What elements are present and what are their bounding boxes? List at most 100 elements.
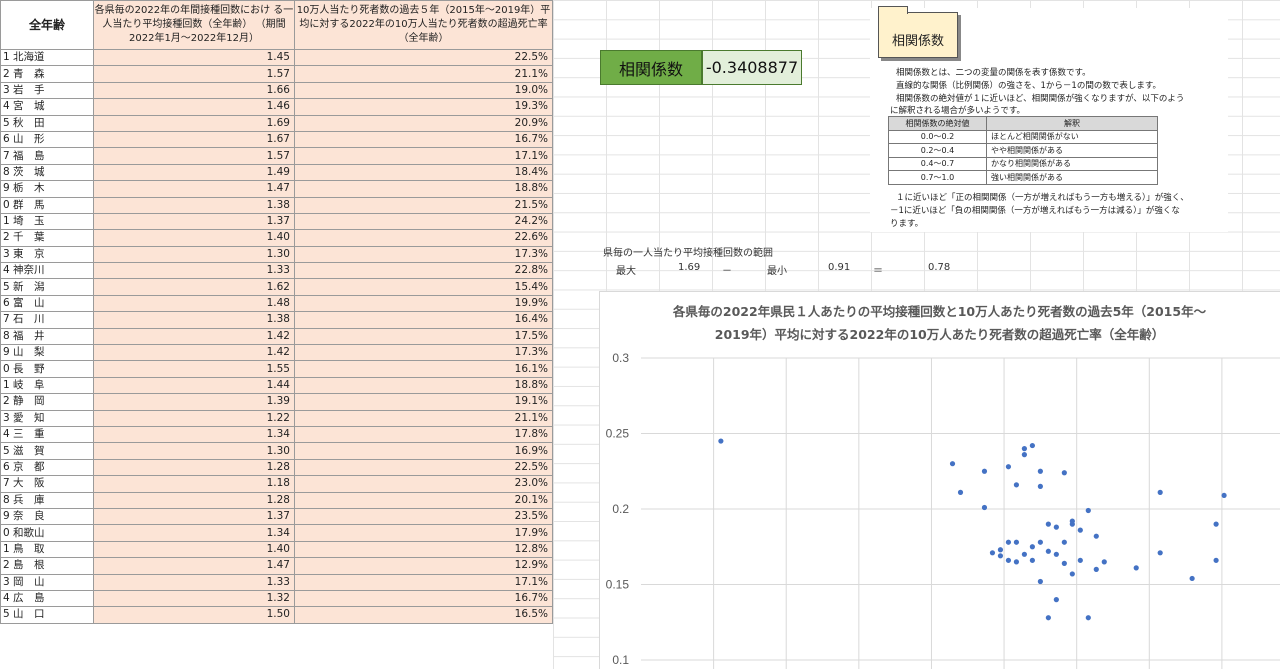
excess-cell[interactable]: 21.5% xyxy=(294,196,553,214)
range-equals[interactable]: ＝ xyxy=(873,262,883,277)
prefecture-cell[interactable]: 5 山 口 xyxy=(0,606,94,624)
prefecture-cell[interactable]: 9 山 梨 xyxy=(0,344,94,362)
scatter-point[interactable] xyxy=(1045,615,1051,621)
scatter-point[interactable] xyxy=(1029,442,1035,449)
range-min-label[interactable]: 最小 xyxy=(767,262,787,277)
doses-cell[interactable]: 1.69 xyxy=(93,114,295,132)
doses-cell[interactable]: 1.49 xyxy=(93,163,295,182)
doses-cell[interactable]: 1.67 xyxy=(93,130,295,149)
scatter-point[interactable] xyxy=(997,553,1004,559)
scatter-point[interactable] xyxy=(1013,539,1020,545)
scatter-point[interactable] xyxy=(1085,507,1091,514)
excess-cell[interactable]: 20.9% xyxy=(294,114,553,132)
excess-cell[interactable]: 22.5% xyxy=(294,48,553,67)
doses-cell[interactable]: 1.57 xyxy=(93,147,295,165)
doses-cell[interactable]: 1.42 xyxy=(93,327,295,346)
excess-cell[interactable]: 16.7% xyxy=(294,589,553,608)
prefecture-cell[interactable]: 0 和歌山 xyxy=(0,524,94,542)
excess-cell[interactable]: 21.1% xyxy=(294,65,553,83)
scatter-point[interactable] xyxy=(1085,615,1091,621)
excess-cell[interactable]: 21.1% xyxy=(294,409,553,427)
scatter-point[interactable] xyxy=(1077,527,1083,533)
prefecture-cell[interactable]: 3 愛 知 xyxy=(0,409,94,427)
excess-cell[interactable]: 17.9% xyxy=(294,524,553,542)
prefecture-cell[interactable]: 8 福 井 xyxy=(0,327,94,346)
prefecture-cell[interactable]: 4 神奈川 xyxy=(0,262,94,280)
prefecture-cell[interactable]: 5 新 潟 xyxy=(0,278,94,296)
prefecture-cell[interactable]: 8 兵 庫 xyxy=(0,491,94,509)
prefecture-cell[interactable]: 6 京 都 xyxy=(0,458,94,477)
doses-cell[interactable]: 1.62 xyxy=(93,278,295,296)
excess-cell[interactable]: 16.9% xyxy=(294,442,553,460)
scatter-point[interactable] xyxy=(997,547,1004,553)
scatter-point[interactable] xyxy=(1157,550,1163,556)
scatter-point[interactable] xyxy=(1037,578,1043,585)
prefecture-cell[interactable]: 4 宮 城 xyxy=(0,98,94,116)
excess-cell[interactable]: 17.3% xyxy=(294,245,553,264)
prefecture-cell[interactable]: 6 富 山 xyxy=(0,294,94,313)
scatter-point[interactable] xyxy=(1037,468,1043,474)
excess-cell[interactable]: 17.1% xyxy=(294,147,553,165)
range-minus[interactable]: － xyxy=(722,262,732,277)
excess-cell[interactable]: 22.8% xyxy=(294,262,553,280)
prefecture-cell[interactable]: 1 北海道 xyxy=(0,48,94,67)
doses-cell[interactable]: 1.42 xyxy=(93,344,295,362)
scatter-point[interactable] xyxy=(1093,566,1099,572)
prefecture-cell[interactable]: 0 群 馬 xyxy=(0,196,94,214)
scatter-point[interactable] xyxy=(1005,464,1012,470)
scatter-point[interactable] xyxy=(1061,539,1067,545)
scatter-point[interactable] xyxy=(1077,557,1083,563)
prefecture-cell[interactable]: 7 大 阪 xyxy=(0,475,94,493)
doses-cell[interactable]: 1.34 xyxy=(93,425,295,444)
excess-cell[interactable]: 20.1% xyxy=(294,491,553,509)
doses-cell[interactable]: 1.37 xyxy=(93,212,295,231)
range-max-value[interactable]: 1.69 xyxy=(678,262,700,273)
excess-cell[interactable]: 22.6% xyxy=(294,229,553,247)
doses-cell[interactable]: 1.40 xyxy=(93,540,295,559)
scatter-point[interactable] xyxy=(1221,492,1227,499)
scatter-point[interactable] xyxy=(1045,548,1051,554)
scatter-point[interactable] xyxy=(981,468,988,474)
prefecture-cell[interactable]: 2 千 葉 xyxy=(0,229,94,247)
doses-cell[interactable]: 1.22 xyxy=(93,409,295,427)
doses-cell[interactable]: 1.50 xyxy=(93,606,295,624)
doses-cell[interactable]: 1.32 xyxy=(93,589,295,608)
prefecture-cell[interactable]: 2 島 根 xyxy=(0,557,94,575)
scatter-point[interactable] xyxy=(1053,597,1059,603)
prefecture-cell[interactable]: 5 秋 田 xyxy=(0,114,94,132)
range-max-label[interactable]: 最大 xyxy=(616,262,636,277)
excess-cell[interactable]: 24.2% xyxy=(294,212,553,231)
scatter-point[interactable] xyxy=(1005,557,1012,563)
doses-cell[interactable]: 1.45 xyxy=(93,48,295,67)
scatter-point[interactable] xyxy=(1029,557,1035,563)
doses-cell[interactable]: 1.55 xyxy=(93,360,295,378)
range-min-value[interactable]: 0.91 xyxy=(828,262,850,273)
doses-cell[interactable]: 1.38 xyxy=(93,311,295,329)
scatter-point[interactable] xyxy=(1189,575,1195,582)
prefecture-cell[interactable]: 5 滋 賀 xyxy=(0,442,94,460)
doses-cell[interactable]: 1.33 xyxy=(93,573,295,591)
doses-cell[interactable]: 1.37 xyxy=(93,507,295,526)
prefecture-cell[interactable]: 4 広 島 xyxy=(0,589,94,608)
scatter-point[interactable] xyxy=(1013,559,1020,565)
excess-cell[interactable]: 19.9% xyxy=(294,294,553,313)
prefecture-cell[interactable]: 7 福 島 xyxy=(0,147,94,165)
excess-cell[interactable]: 23.0% xyxy=(294,475,553,493)
prefecture-cell[interactable]: 0 長 野 xyxy=(0,360,94,378)
doses-cell[interactable]: 1.47 xyxy=(93,180,295,198)
scatter-point[interactable] xyxy=(1101,559,1107,565)
correlation-label-cell[interactable]: 相関係数 xyxy=(600,50,702,85)
scatter-point[interactable] xyxy=(957,489,964,495)
prefecture-cell[interactable]: 1 鳥 取 xyxy=(0,540,94,559)
doses-cell[interactable]: 1.28 xyxy=(93,491,295,509)
excess-cell[interactable]: 16.1% xyxy=(294,360,553,378)
scatter-point[interactable] xyxy=(1093,533,1099,539)
header-age-label[interactable]: 全年齢 xyxy=(0,0,94,50)
prefecture-cell[interactable]: 1 岐 阜 xyxy=(0,376,94,395)
scatter-point[interactable] xyxy=(1021,551,1027,557)
excess-cell[interactable]: 18.8% xyxy=(294,376,553,395)
doses-cell[interactable]: 1.66 xyxy=(93,81,295,100)
doses-cell[interactable]: 1.18 xyxy=(93,475,295,493)
doses-cell[interactable]: 1.34 xyxy=(93,524,295,542)
prefecture-cell[interactable]: 1 埼 玉 xyxy=(0,212,94,231)
